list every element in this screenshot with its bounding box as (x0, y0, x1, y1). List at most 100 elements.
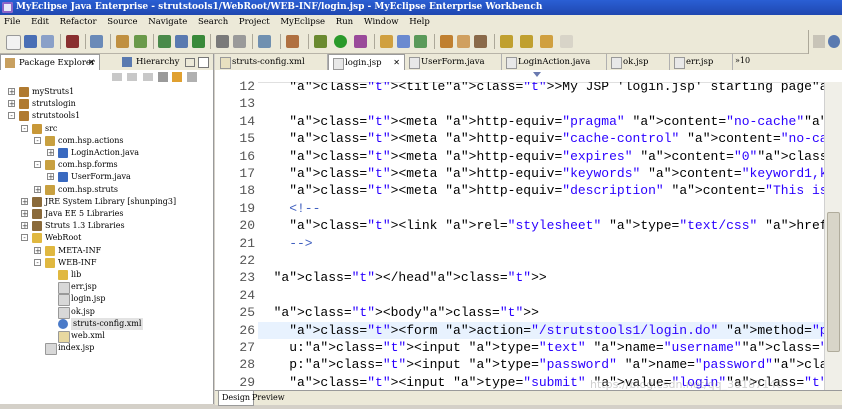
print-icon[interactable] (41, 35, 54, 48)
expand-icon[interactable]: + (34, 185, 41, 193)
tree-item[interactable]: - com.hsp.actions (0, 135, 212, 147)
tab-package-explorer[interactable]: Package Explorer ✕ (0, 54, 100, 70)
menu-help[interactable]: Help (405, 17, 434, 27)
tab-struts-config[interactable]: struts-config.xml (216, 54, 328, 70)
debug-icon[interactable] (286, 35, 299, 48)
new-web-project-icon[interactable] (134, 35, 147, 48)
server-icon[interactable] (90, 35, 103, 48)
forward-icon[interactable] (127, 73, 137, 81)
collapse-icon[interactable]: - (21, 234, 28, 242)
expand-icon[interactable]: + (8, 100, 15, 108)
code-line[interactable]: "a">class="t"><meta "a">http-equiv="keyw… (258, 165, 824, 182)
code-line[interactable]: "a">class="t"><meta "a">http-equiv="prag… (258, 113, 824, 130)
code-line[interactable]: p:"a">class="t"><input "a">type="passwor… (258, 356, 824, 373)
collapse-all-icon[interactable] (158, 72, 168, 82)
tab-overflow[interactable]: »10 (735, 54, 750, 70)
refresh-icon[interactable] (414, 35, 427, 48)
tab-ok-jsp[interactable]: ok.jsp (607, 54, 670, 70)
menu-project[interactable]: Project (235, 17, 274, 27)
tree-item[interactable]: + Struts 1.3 Libraries (0, 220, 212, 232)
tree-item[interactable]: - WebRoot (0, 232, 212, 244)
link-with-editor-icon[interactable] (172, 72, 182, 82)
menu-myeclipse[interactable]: MyEclipse (276, 17, 329, 27)
pen-icon[interactable] (457, 35, 470, 48)
tree-item[interactable]: - src (0, 123, 212, 135)
back-icon[interactable] (112, 73, 122, 81)
tab-login-jsp[interactable]: login.jsp ✕ (328, 54, 405, 70)
menu-file[interactable]: File (0, 17, 24, 27)
tree-item[interactable]: index.jsp (0, 342, 212, 356)
search-icon[interactable] (440, 35, 453, 48)
tree-item[interactable]: - WEB-INF (0, 257, 212, 269)
tree-item[interactable]: + LoginAction.java (0, 147, 212, 159)
view-icon[interactable] (233, 35, 246, 48)
tree-item[interactable]: + UserForm.java (0, 171, 212, 183)
annotation-icon[interactable] (474, 35, 487, 48)
expand-icon[interactable]: + (21, 210, 28, 218)
minimize-icon[interactable] (185, 58, 195, 67)
tree-item[interactable]: struts-config.xml (0, 317, 212, 330)
scrollbar-thumb[interactable] (827, 212, 840, 352)
collapse-icon[interactable]: - (21, 124, 28, 132)
code-line[interactable]: --> (258, 235, 312, 252)
globe-icon[interactable] (192, 35, 205, 48)
open-perspective-icon[interactable] (813, 35, 825, 48)
expand-icon[interactable]: + (34, 246, 41, 254)
tree-item[interactable]: + strutslogin (0, 98, 212, 110)
external-tools-icon[interactable] (354, 35, 367, 48)
view-menu-icon[interactable] (187, 72, 197, 82)
tree-item[interactable]: login.jsp (0, 293, 212, 307)
tab-preview[interactable]: Preview (249, 391, 288, 405)
menu-navigate[interactable]: Navigate (144, 17, 191, 27)
code-line[interactable]: "a">class="t"><link "a">rel="stylesheet"… (258, 217, 824, 234)
tree-item[interactable]: - com.hsp.forms (0, 159, 212, 171)
expand-icon[interactable]: + (47, 149, 54, 157)
save-icon[interactable] (24, 35, 37, 48)
wizard-icon[interactable] (116, 35, 129, 48)
tab-userform-java[interactable]: UserForm.java (405, 54, 502, 70)
back-icon[interactable] (540, 35, 553, 48)
collapse-icon[interactable]: - (34, 161, 41, 169)
close-icon[interactable]: ✕ (88, 55, 95, 71)
code-line[interactable]: <!-- (258, 200, 320, 217)
menu-source[interactable]: Source (103, 17, 141, 27)
monitor-icon[interactable] (258, 35, 271, 48)
code-line[interactable]: "a">class="t"><body"a">class="t">> (258, 304, 539, 321)
collapse-icon[interactable]: - (34, 136, 41, 144)
tab-loginaction-java[interactable]: LoginAction.java (502, 54, 607, 70)
code-line[interactable]: "a">class="t"><form "a">action="/strutst… (258, 321, 824, 339)
code-line[interactable]: "a">class="t"><meta "a">http-equiv="expi… (258, 148, 824, 165)
myeclipse-perspective-icon[interactable] (828, 35, 840, 48)
expand-icon[interactable]: + (8, 88, 15, 96)
bug-icon[interactable] (314, 35, 327, 48)
tab-hierarchy[interactable]: Hierarchy (118, 54, 179, 70)
expand-icon[interactable]: + (21, 222, 28, 230)
tree-item[interactable]: + META-INF (0, 245, 212, 257)
tree-item[interactable]: lib (0, 269, 212, 281)
tree-item[interactable]: ok.jsp (0, 306, 212, 319)
tree-item[interactable]: err.jsp (0, 281, 212, 295)
next-annotation-icon[interactable] (500, 35, 513, 48)
tree-item[interactable]: + Java EE 5 Libraries (0, 208, 212, 220)
menu-window[interactable]: Window (360, 17, 403, 27)
menu-refactor[interactable]: Refactor (56, 17, 101, 27)
expand-icon[interactable]: + (47, 173, 54, 181)
menu-run[interactable]: Run (332, 17, 357, 27)
menu-edit[interactable]: Edit (27, 17, 53, 27)
open-type-icon[interactable] (397, 35, 410, 48)
forward-icon[interactable] (560, 35, 573, 48)
code-line[interactable]: "a">class="t"></head"a">class="t">> (258, 269, 547, 286)
browser-icon[interactable] (175, 35, 188, 48)
tree-item[interactable]: web.xml (0, 330, 212, 343)
tree-item[interactable]: - strutstools1 (0, 110, 212, 122)
new-icon[interactable] (6, 35, 21, 50)
collapse-icon[interactable]: - (34, 258, 41, 266)
grid-icon[interactable] (216, 35, 229, 48)
new-class-icon[interactable] (380, 35, 393, 48)
tree-item[interactable]: + com.hsp.struts (0, 184, 212, 196)
code-area[interactable]: "a">class="t"><title"a">class="t">>My JS… (258, 82, 824, 390)
perspective-switcher[interactable] (808, 30, 842, 54)
close-icon[interactable]: ✕ (393, 55, 400, 71)
code-line[interactable]: "a">class="t"><meta "a">http-equiv="cach… (258, 130, 824, 147)
code-line[interactable]: "a">class="t"><meta "a">http-equiv="desc… (258, 182, 824, 199)
